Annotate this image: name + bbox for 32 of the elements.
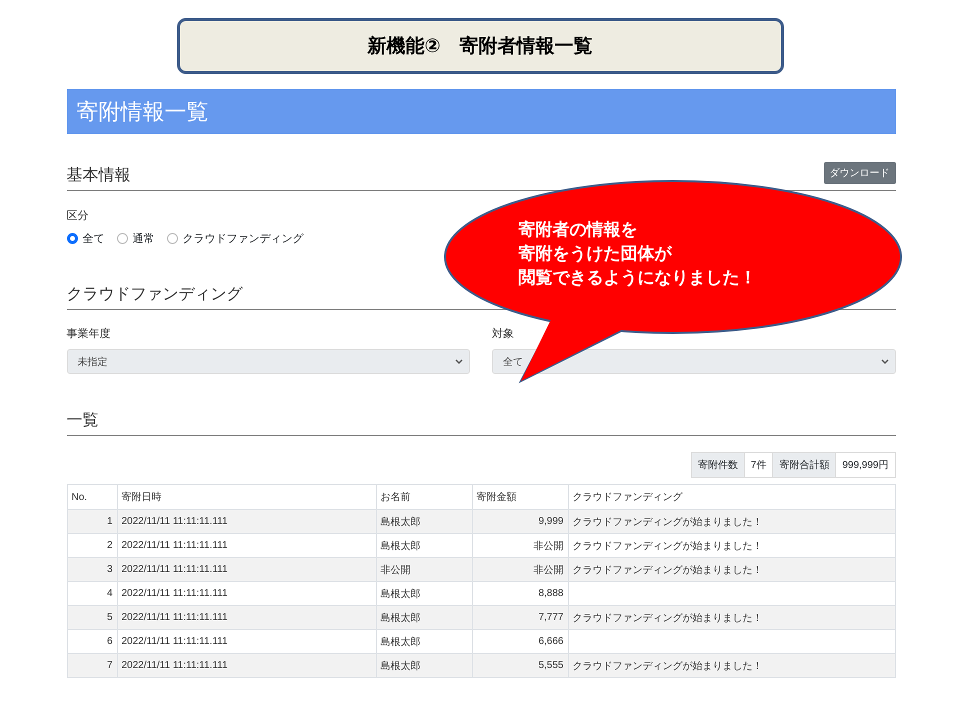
select-field[interactable]: 全て: [492, 349, 896, 374]
summary-value: 999,999円: [835, 452, 896, 478]
table-cell: 島根太郎: [376, 654, 472, 678]
field-label: 対象: [492, 326, 515, 341]
radio-button[interactable]: [166, 233, 178, 244]
section-heading: クラウドファンディング: [66, 285, 242, 305]
download-button[interactable]: ダウンロード: [824, 162, 896, 184]
chevron-down-icon: [880, 358, 888, 364]
radio-button[interactable]: [116, 233, 128, 244]
chevron-down-icon: [455, 358, 463, 364]
radio-label: クラウドファンディング: [182, 232, 304, 246]
column-header: 寄附日時: [117, 484, 376, 510]
slide-title: 新機能② 寄附者情報一覧: [176, 18, 784, 74]
radio-button[interactable]: [66, 233, 78, 244]
table-cell: 2022/11/11 11:11:11.111: [117, 654, 376, 678]
field-label: 事業年度: [66, 326, 112, 341]
summary-value: 7件: [744, 452, 774, 478]
section-heading: 一覧: [66, 411, 98, 431]
table-cell: 5,555: [472, 654, 568, 678]
radio-label: 通常: [132, 232, 154, 246]
radio-label: 全て: [82, 232, 104, 246]
section-heading: 基本情報: [66, 166, 130, 186]
summary-label: 寄附件数: [690, 452, 745, 478]
column-header: クラウドファンディング: [568, 484, 895, 510]
page-header: 寄附情報一覧: [66, 89, 896, 134]
field-label: 区分: [66, 209, 90, 223]
select-field[interactable]: 未指定: [66, 349, 470, 374]
column-header: No.: [67, 484, 117, 510]
summary-label: 寄附合計額: [772, 452, 836, 478]
table-cell: 7: [67, 654, 117, 678]
table-cell: クラウドファンディングが始まりました！: [568, 654, 895, 678]
callout-text: 寄附者の情報を 寄附をうけた団体が 閲覧できるようになりました！: [518, 219, 756, 289]
